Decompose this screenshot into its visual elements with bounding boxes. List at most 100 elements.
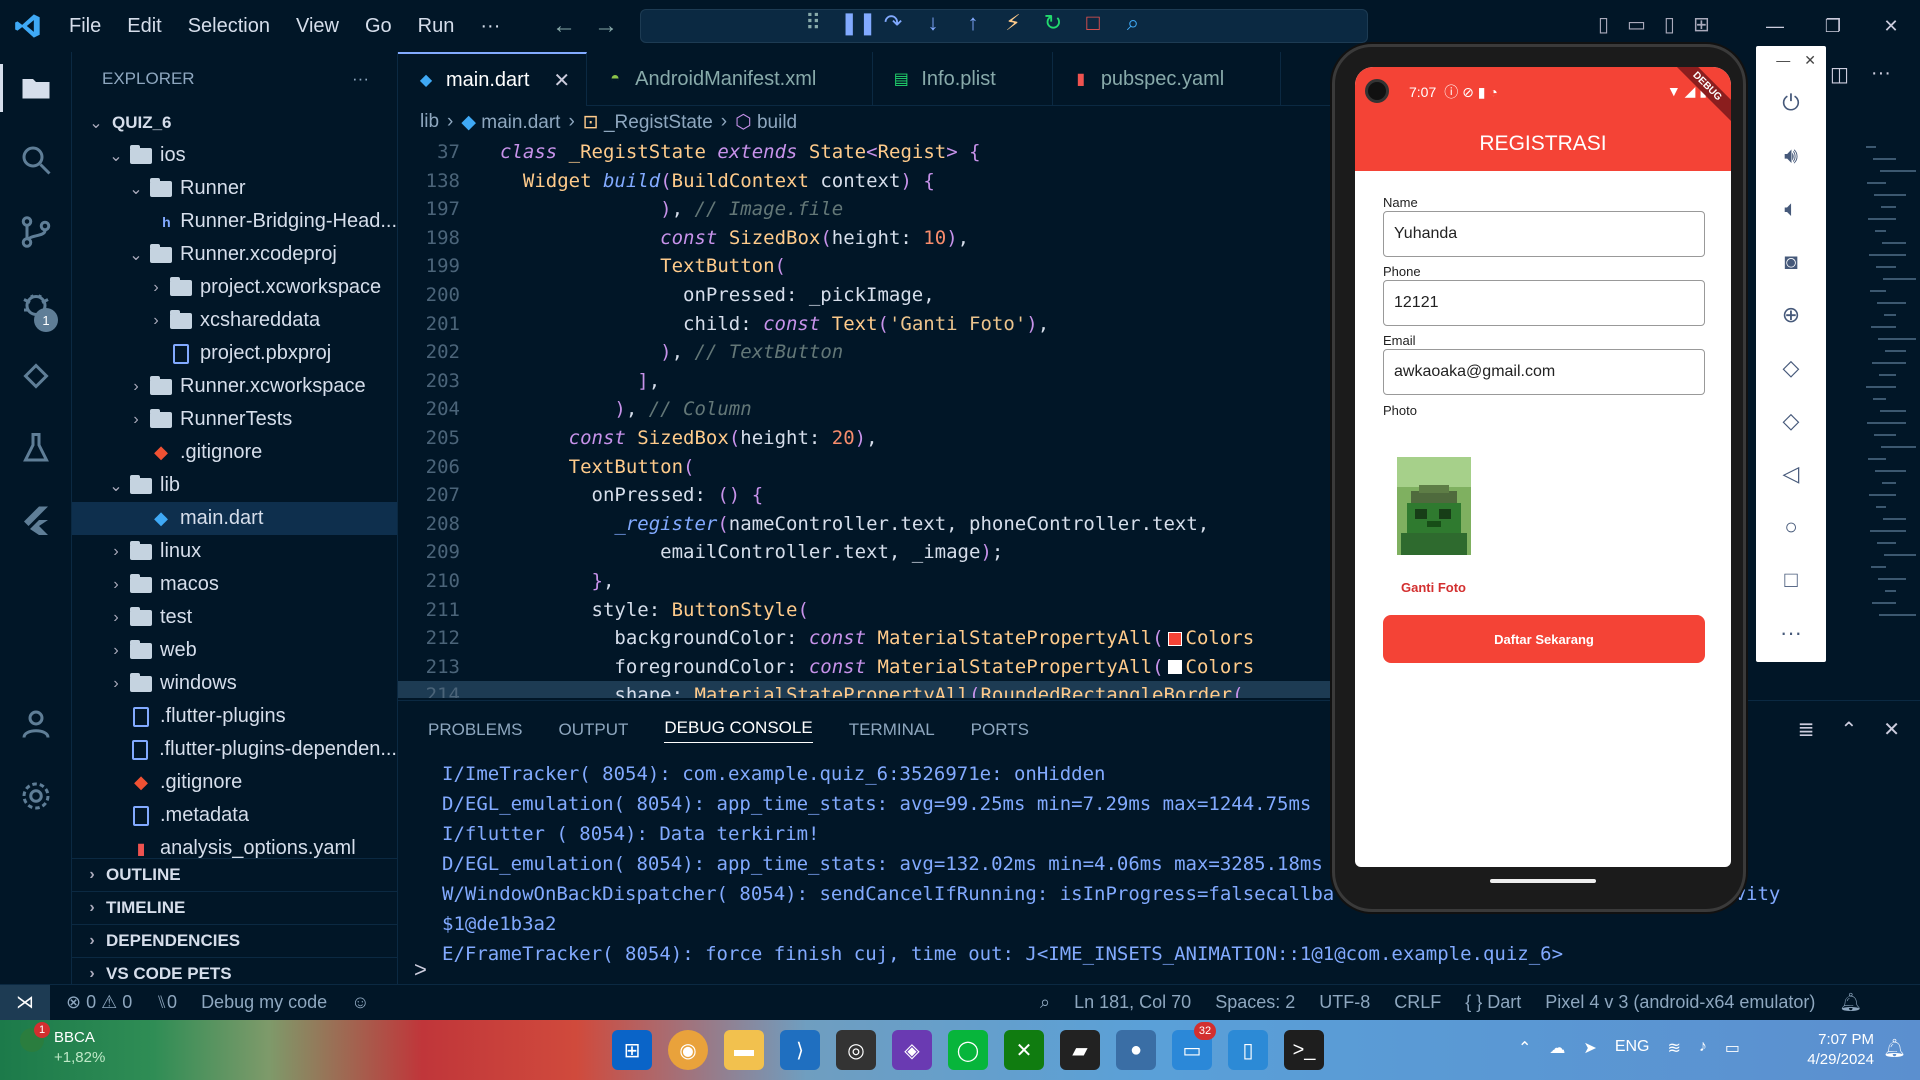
toggle-secondary-sidebar-icon[interactable]: ▯ — [1664, 12, 1675, 37]
tree-folder[interactable]: › RunnerTests — [72, 403, 397, 436]
tree-folder[interactable]: ⌄ lib — [72, 469, 397, 502]
menu-item[interactable]: ··· — [467, 15, 513, 38]
code-line[interactable]: 209 emailController.text, _image); — [398, 538, 1333, 567]
code-line[interactable]: 37 class _RegistState extends State<Regis… — [398, 138, 1333, 167]
line-endings[interactable]: CRLF — [1394, 992, 1441, 1013]
zoom-icon[interactable]: ⌕ — [1040, 992, 1050, 1013]
tree-folder[interactable]: › linux — [72, 535, 397, 568]
step-over-icon[interactable]: ↷ — [880, 10, 906, 36]
explorer-more-icon[interactable]: ··· — [352, 69, 369, 89]
code-line[interactable]: 197 ), // Image.file — [398, 195, 1333, 224]
breadcrumb-item[interactable]: ⊡ _RegistState — [583, 111, 713, 134]
proton-icon[interactable]: ◈ — [892, 1030, 932, 1070]
tree-file[interactable]: .flutter-plugins-dependen... — [72, 733, 397, 766]
home-circle-icon[interactable]: ○ — [1756, 500, 1826, 553]
sidebar-section-dependencies[interactable]: › DEPENDENCIES — [72, 924, 398, 957]
device-selector[interactable]: Pixel 4 v 3 (android-x64 emulator) — [1545, 992, 1815, 1013]
menu-item[interactable]: Edit — [114, 15, 174, 38]
toggle-panel-icon[interactable]: ▭ — [1627, 12, 1646, 37]
name-field[interactable]: Yuhanda — [1383, 211, 1705, 257]
code-editor[interactable]: 37 class _RegistState extends State<Regis… — [398, 138, 1333, 698]
volume-icon[interactable]: ♪ — [1699, 1038, 1707, 1058]
devtools-search-icon[interactable]: ⌕ — [1120, 10, 1146, 36]
register-button[interactable]: Daftar Sekarang — [1383, 615, 1705, 663]
ports-count[interactable]: ⑊0 — [156, 992, 177, 1013]
tab-main-dart[interactable]: ◆ main.dart ✕ — [398, 52, 588, 106]
volume-down-icon[interactable]: 🔈︎ — [1756, 182, 1826, 235]
power-icon[interactable]: ⏻ — [1756, 76, 1826, 129]
phone-field[interactable]: 12121 — [1383, 280, 1705, 326]
code-line[interactable]: 138 Widget build(BuildContext context) { — [398, 167, 1333, 196]
hot-reload-icon[interactable]: ⚡ — [1000, 10, 1026, 36]
menu-item[interactable]: Go — [352, 15, 405, 38]
tree-file[interactable]: .metadata — [72, 799, 397, 832]
code-line[interactable]: 206 TextButton( — [398, 453, 1333, 482]
breadcrumb-item[interactable]: ◆ main.dart — [461, 111, 560, 134]
code-line[interactable]: 201 child: const Text('Ganti Foto'), — [398, 310, 1333, 339]
code-line[interactable]: 203 ], — [398, 367, 1333, 396]
toggle-sidebar-icon[interactable]: ▯ — [1598, 12, 1609, 37]
tree-file[interactable]: .flutter-plugins — [72, 700, 397, 733]
emulator-close-icon[interactable]: ✕ — [1804, 52, 1816, 76]
close-tab-icon[interactable]: ✕ — [553, 68, 570, 93]
panel-tab-output[interactable]: OUTPUT — [558, 720, 628, 740]
tab-info-plist[interactable]: ▤ Info.plist — [873, 52, 1053, 106]
tab-androidmanifest-xml[interactable]: ◓ AndroidManifest.xml — [587, 52, 874, 106]
panel-tab-terminal[interactable]: TERMINAL — [849, 720, 935, 740]
start-windows-icon[interactable]: ⊞ — [612, 1030, 652, 1070]
change-photo-button[interactable]: Ganti Foto — [1401, 580, 1466, 595]
code-line[interactable]: 199 TextButton( — [398, 252, 1333, 281]
back-triangle-icon[interactable]: ◁ — [1756, 447, 1826, 500]
code-line[interactable]: 213 foregroundColor: const MaterialState… — [398, 653, 1333, 682]
panel-tab-debug-console[interactable]: DEBUG CONSOLE — [664, 718, 813, 743]
tree-folder[interactable]: › windows — [72, 667, 397, 700]
code-line[interactable]: 212 backgroundColor: const MaterialState… — [398, 624, 1333, 653]
chrome-icon[interactable]: ◉ — [668, 1030, 708, 1070]
notifications-bell-icon[interactable]: 🔔︎ — [1839, 992, 1862, 1013]
tree-folder[interactable]: › project.xcworkspace — [72, 271, 397, 304]
rotate-left-icon[interactable]: ◇ — [1756, 341, 1826, 394]
menu-item[interactable]: Run — [405, 15, 468, 38]
back-arrow-icon[interactable]: ← — [552, 12, 576, 40]
network-app-icon[interactable]: ☁ — [1549, 1038, 1565, 1058]
send-icon[interactable]: ➤ — [1583, 1038, 1596, 1058]
split-editor-icon[interactable]: ◫ — [1830, 62, 1849, 87]
file-explorer-icon[interactable]: ▬ — [724, 1030, 764, 1070]
xbox-icon[interactable]: ✕ — [1004, 1030, 1044, 1070]
drag-handle-icon[interactable]: ⠿ — [800, 10, 826, 36]
rotate-right-icon[interactable]: ◇ — [1756, 394, 1826, 447]
settings-gear-icon[interactable] — [0, 760, 72, 832]
extensions-icon[interactable] — [0, 340, 72, 412]
cursor-position[interactable]: Ln 181, Col 70 — [1074, 992, 1191, 1013]
panel-tab-ports[interactable]: PORTS — [971, 720, 1029, 740]
pets-icon[interactable]: ☺ — [351, 992, 369, 1013]
debug-launch[interactable]: Debug my code — [201, 992, 327, 1013]
screenshot-camera-icon[interactable]: ◙ — [1756, 235, 1826, 288]
code-line[interactable]: 200 onPressed: _pickImage, — [398, 281, 1333, 310]
indentation[interactable]: Spaces: 2 — [1215, 992, 1295, 1013]
tree-file[interactable]: ◆ .gitignore — [72, 436, 397, 469]
volume-up-icon[interactable]: 🔊︎ — [1756, 129, 1826, 182]
menu-item[interactable]: View — [283, 15, 352, 38]
stock-widget[interactable]: 1 BBCA +1,82% — [20, 1022, 105, 1068]
code-line[interactable]: 198 const SizedBox(height: 10), — [398, 224, 1333, 253]
maximize-panel-icon[interactable]: ⌃ — [1840, 717, 1857, 742]
code-line[interactable]: 207 onPressed: () { — [398, 481, 1333, 510]
menu-item[interactable]: Selection — [175, 15, 283, 38]
tree-folder[interactable]: › test — [72, 601, 397, 634]
problems-count[interactable]: ⊗ 0 ⚠ 0 — [66, 992, 132, 1013]
explorer-icon[interactable] — [0, 52, 72, 124]
tray-chevron-icon[interactable]: ⌃ — [1518, 1038, 1531, 1058]
minimize-icon[interactable]: — — [1746, 0, 1804, 52]
close-window-icon[interactable]: ✕ — [1862, 0, 1920, 52]
code-line[interactable]: 205 const SizedBox(height: 20), — [398, 424, 1333, 453]
code-line[interactable]: 208 _register(nameController.text, phone… — [398, 510, 1333, 539]
breadcrumb-item[interactable]: ⬡ build — [735, 111, 797, 134]
customize-layout-icon[interactable]: ⊞ — [1693, 12, 1710, 37]
tree-folder[interactable]: ⌄ QUIZ_6 — [72, 106, 397, 139]
code-line[interactable]: 202 ), // TextButton — [398, 338, 1333, 367]
camera-app-icon[interactable]: ◎ — [836, 1030, 876, 1070]
zoom-in-icon[interactable]: ⊕ — [1756, 288, 1826, 341]
clock[interactable]: 7:07 PM 4/29/2024 — [1807, 1030, 1874, 1070]
minimap[interactable] — [1826, 140, 1920, 696]
